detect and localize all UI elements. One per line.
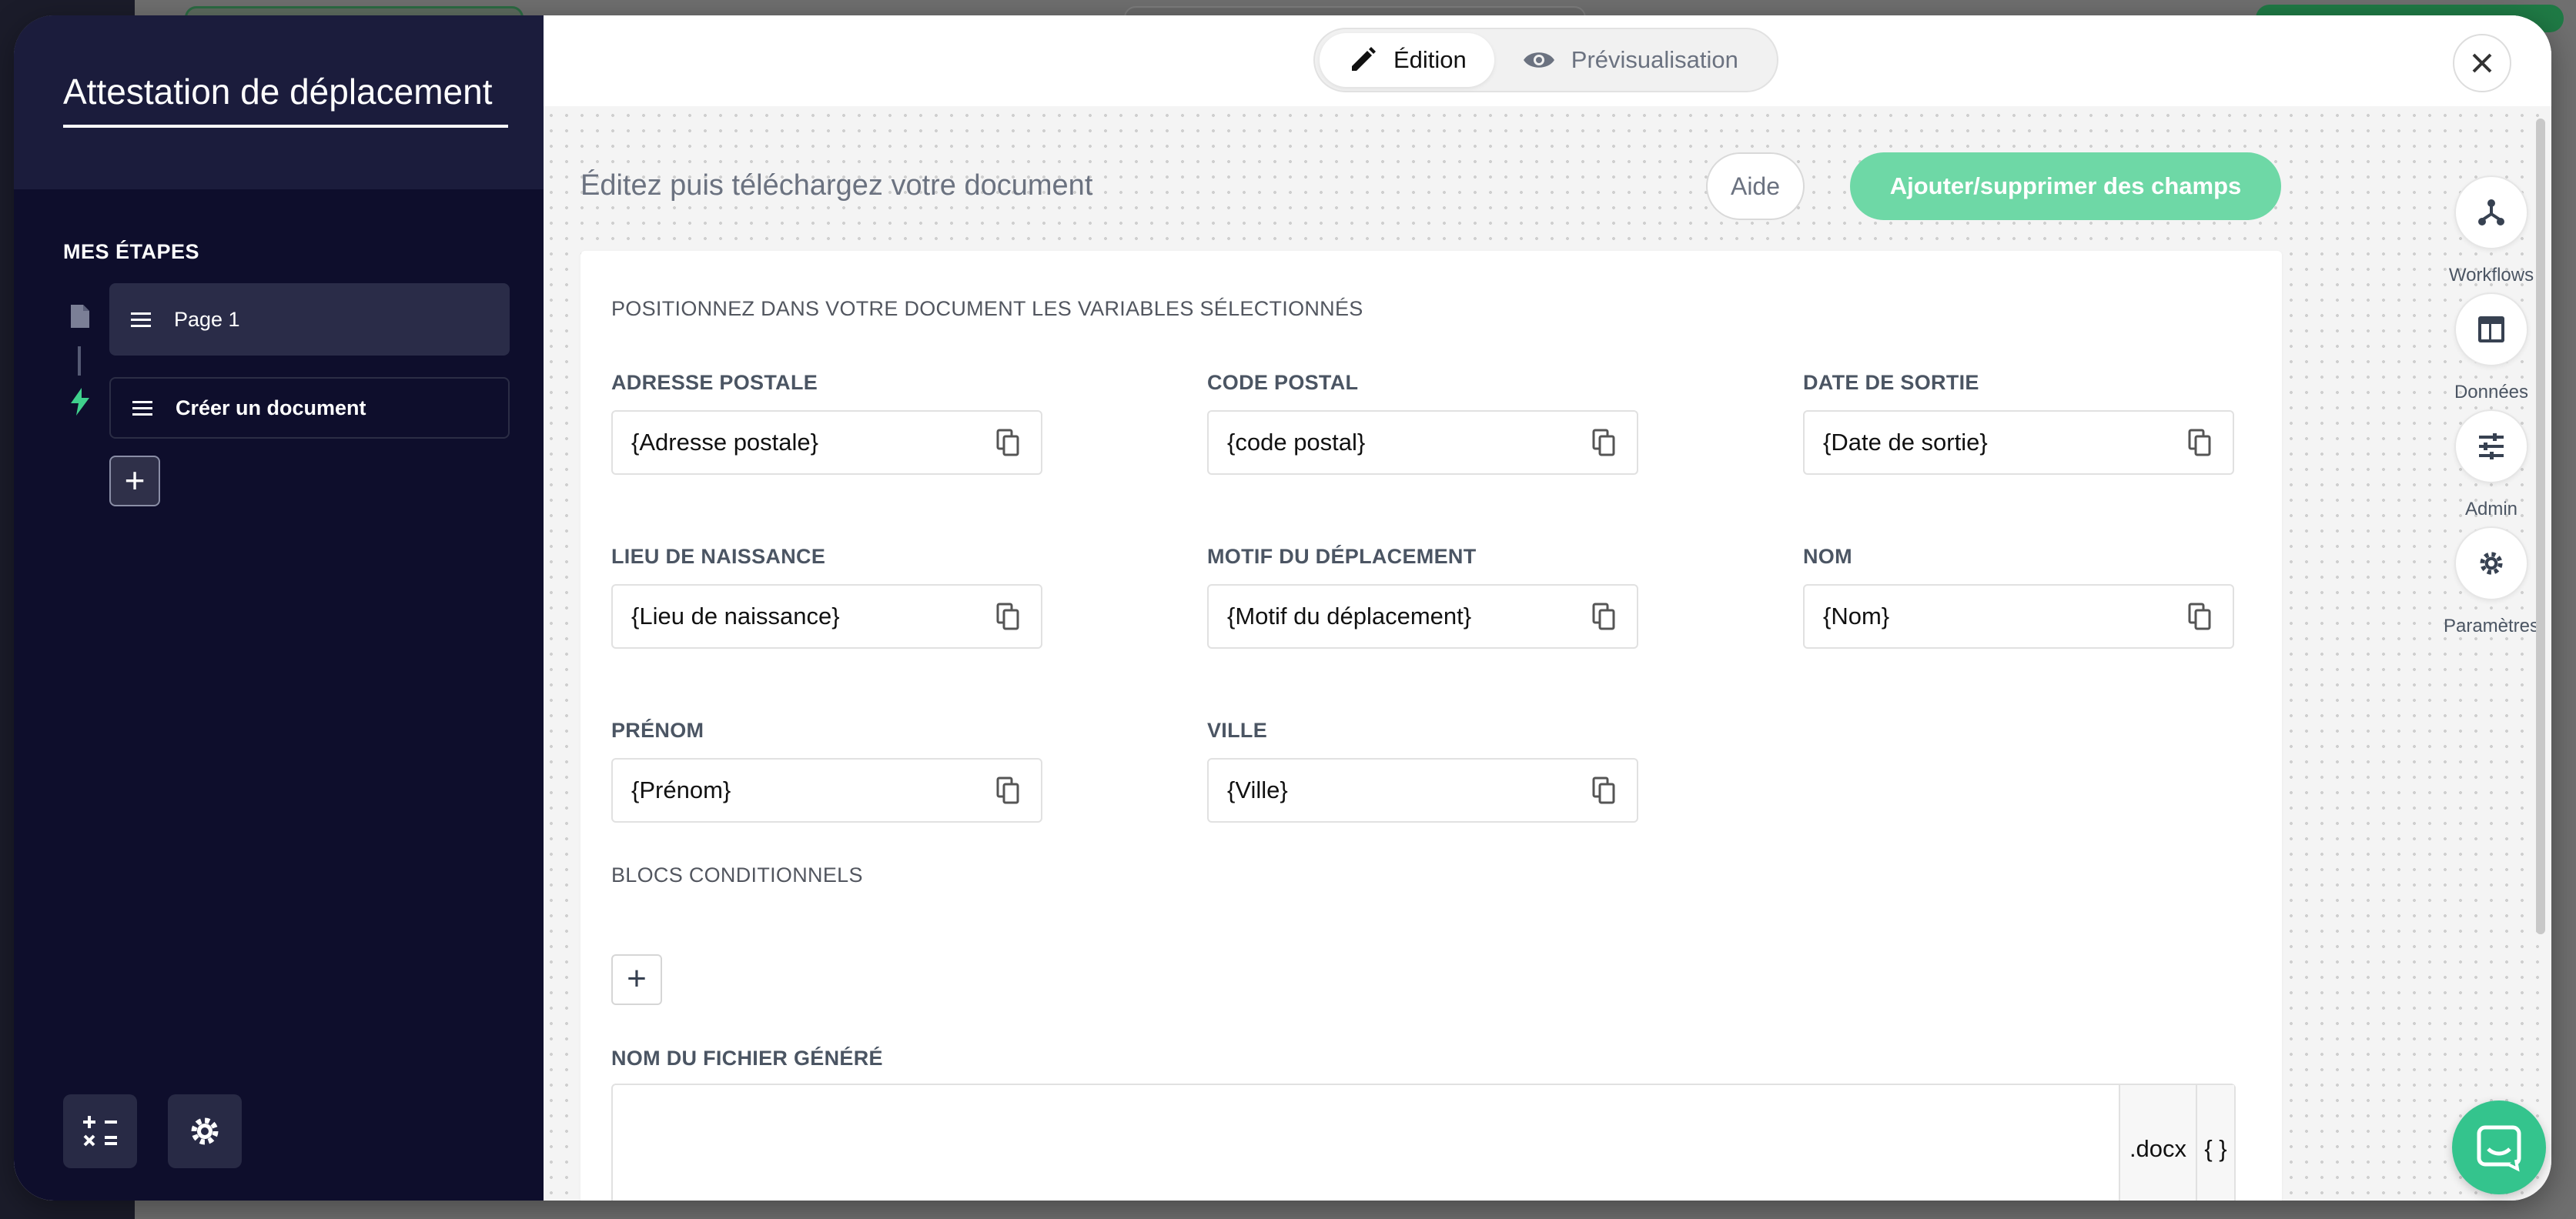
variable-value: {Ville}	[1227, 776, 1288, 803]
variable-code-postal: CODE POSTAL {code postal}	[1207, 371, 1638, 475]
mode-toggle: Édition Prévisualisation	[1313, 28, 1778, 92]
rail-label: Paramètres	[2443, 616, 2540, 636]
variable-value: {Adresse postale}	[631, 429, 819, 456]
copy-icon[interactable]	[1591, 603, 1618, 630]
variable-value: {Motif du déplacement}	[1227, 603, 1472, 630]
variable-field[interactable]: {Motif du déplacement}	[1207, 584, 1638, 649]
table-icon[interactable]	[2454, 292, 2528, 366]
editor-modal: Attestation de déplacement MES ÉTAPES Pa…	[14, 15, 2551, 1201]
variable-field[interactable]: {Date de sortie}	[1803, 410, 2234, 475]
rail-admin[interactable]: Admin	[2437, 409, 2545, 520]
drag-handle-icon[interactable]	[131, 309, 151, 331]
variable-adresse-postale: ADRESSE POSTALE {Adresse postale}	[611, 371, 1042, 475]
drag-handle-icon[interactable]	[132, 397, 152, 419]
eye-icon	[1523, 52, 1554, 68]
main-area: Édition Prévisualisation Éditez puis tél…	[544, 15, 2551, 1201]
rail-label: Workflows	[2448, 265, 2534, 286]
filename-field: .docx { }	[611, 1084, 2236, 1201]
variable-motif-du-deplacement: MOTIF DU DÉPLACEMENT {Motif du déplaceme…	[1207, 545, 1638, 649]
pencil-icon	[1352, 47, 1376, 71]
sidebar-header: Attestation de déplacement	[14, 15, 544, 189]
close-button[interactable]	[2453, 34, 2511, 92]
variable-field[interactable]: {Adresse postale}	[611, 410, 1042, 475]
variable-value: {Date de sortie}	[1823, 429, 1988, 456]
variables-card: POSITIONNEZ DANS VOTRE DOCUMENT LES VARI…	[580, 251, 2282, 1201]
rail-parametres[interactable]: Paramètres	[2437, 526, 2545, 637]
variable-value: {Nom}	[1823, 603, 1890, 630]
copy-icon[interactable]	[995, 776, 1022, 804]
filename-input[interactable]	[613, 1085, 2119, 1201]
tab-label: Édition	[1393, 46, 1467, 73]
variable-lieu-de-naissance: LIEU DE NAISSANCE {Lieu de naissance}	[611, 545, 1042, 649]
tab-preview[interactable]: Prévisualisation	[1494, 33, 1766, 87]
filename-extension: .docx	[2119, 1085, 2196, 1201]
copy-icon[interactable]	[2186, 429, 2214, 456]
variable-field[interactable]: {code postal}	[1207, 410, 1638, 475]
sliders-icon[interactable]	[2454, 409, 2528, 483]
step-label: Créer un document	[176, 396, 366, 419]
tab-label: Prévisualisation	[1571, 46, 1738, 73]
copy-icon[interactable]	[1591, 776, 1618, 804]
variable-ville: VILLE {Ville}	[1207, 719, 1638, 823]
step-connector	[78, 346, 81, 376]
top-bar: Édition Prévisualisation	[544, 15, 2551, 106]
rail-workflows[interactable]: Workflows	[2437, 175, 2545, 286]
chat-button[interactable]	[2452, 1100, 2546, 1194]
chat-icon	[2477, 1125, 2521, 1172]
scrollbar[interactable]	[2536, 119, 2545, 934]
variable-label: CODE POSTAL	[1207, 371, 1359, 394]
variable-label: VILLE	[1207, 719, 1268, 742]
step-create-document[interactable]: Créer un document	[109, 377, 510, 439]
card-heading: POSITIONNEZ DANS VOTRE DOCUMENT LES VARI…	[611, 297, 1363, 320]
close-icon	[2472, 53, 2492, 73]
variable-value: {Prénom}	[631, 776, 731, 803]
add-conditional-block-button[interactable]: +	[611, 954, 662, 1005]
variable-prenom: PRÉNOM {Prénom}	[611, 719, 1042, 823]
variable-value: {Lieu de naissance}	[631, 603, 840, 630]
step-page-1[interactable]: Page 1	[109, 283, 510, 356]
variable-label: NOM	[1803, 545, 1852, 568]
file-icon	[69, 303, 100, 333]
tab-edition[interactable]: Édition	[1320, 33, 1494, 87]
copy-icon[interactable]	[2186, 603, 2214, 630]
variable-label: LIEU DE NAISSANCE	[611, 545, 826, 568]
variable-value: {code postal}	[1227, 429, 1366, 456]
gear-icon[interactable]	[2454, 526, 2528, 600]
rail-label: Données	[2454, 382, 2529, 402]
variable-field[interactable]: {Lieu de naissance}	[611, 584, 1042, 649]
edit-fields-button[interactable]: Ajouter/supprimer des champs	[1850, 152, 2281, 220]
workflow-icon[interactable]	[2454, 175, 2528, 249]
step-label: Page 1	[174, 307, 240, 331]
variable-field[interactable]: {Prénom}	[611, 758, 1042, 823]
copy-icon[interactable]	[1591, 429, 1618, 456]
gear-icon[interactable]	[168, 1094, 242, 1168]
variable-nom: NOM {Nom}	[1803, 545, 2234, 649]
sidebar: Attestation de déplacement MES ÉTAPES Pa…	[14, 15, 544, 1201]
rail-label: Admin	[2464, 499, 2518, 519]
calculator-icon[interactable]	[63, 1094, 137, 1168]
variable-label: DATE DE SORTIE	[1803, 371, 1979, 394]
insert-variable-button[interactable]: { }	[2196, 1085, 2234, 1201]
variable-label: ADRESSE POSTALE	[611, 371, 818, 394]
filename-heading: NOM DU FICHIER GÉNÉRÉ	[611, 1047, 883, 1070]
copy-icon[interactable]	[995, 429, 1022, 456]
steps-label: MES ÉTAPES	[63, 240, 200, 263]
help-button[interactable]: Aide	[1706, 152, 1805, 220]
variable-label: MOTIF DU DÉPLACEMENT	[1207, 545, 1477, 568]
rail-donnees[interactable]: Données	[2437, 292, 2545, 403]
variable-date-de-sortie: DATE DE SORTIE {Date de sortie}	[1803, 371, 2234, 475]
bolt-icon	[69, 388, 100, 419]
page-heading: Éditez puis téléchargez votre document	[580, 169, 1093, 202]
copy-icon[interactable]	[995, 603, 1022, 630]
variable-field[interactable]: {Ville}	[1207, 758, 1638, 823]
add-step-button[interactable]: +	[109, 456, 160, 506]
conditional-blocks-heading: BLOCS CONDITIONNELS	[611, 863, 863, 887]
variable-field[interactable]: {Nom}	[1803, 584, 2234, 649]
document-title[interactable]: Attestation de déplacement	[63, 71, 508, 128]
variable-label: PRÉNOM	[611, 719, 704, 742]
